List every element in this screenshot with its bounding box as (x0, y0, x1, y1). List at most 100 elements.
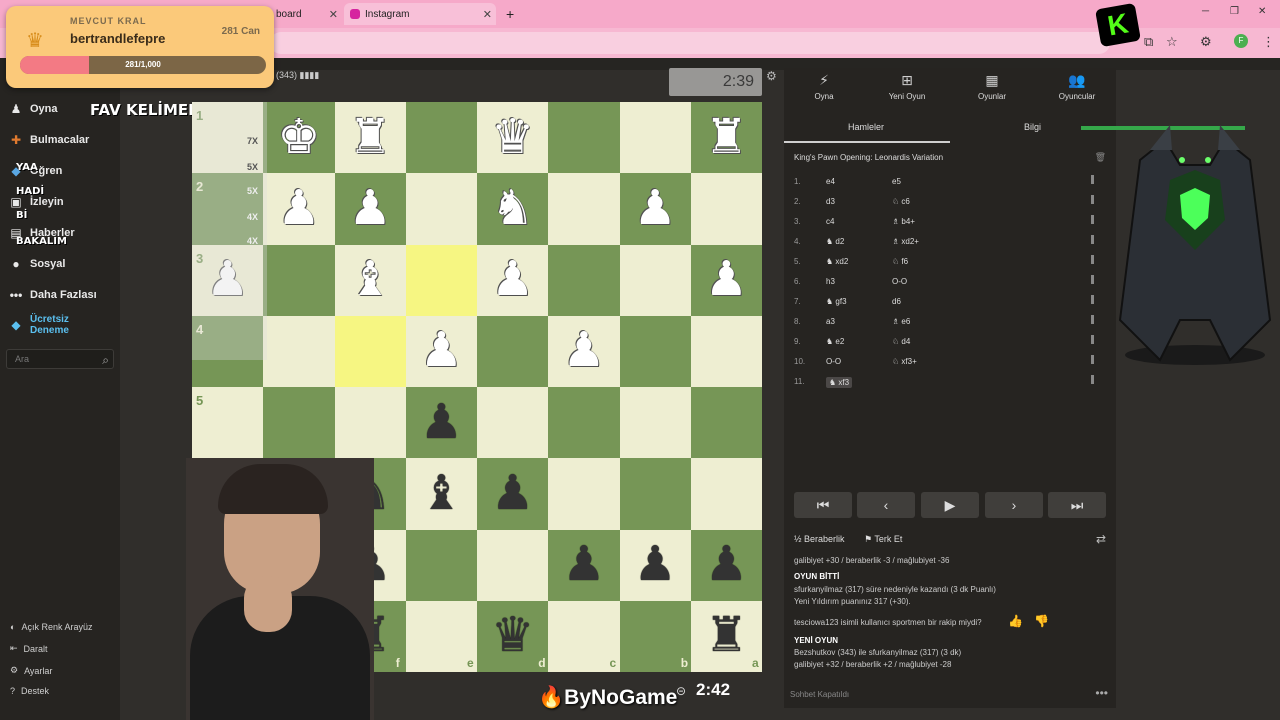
trash-icon[interactable]: 🗑 (1095, 152, 1106, 163)
white-piece[interactable]: ♟ (406, 316, 477, 387)
tab-board[interactable]: board ✕ (276, 3, 342, 25)
board-square[interactable] (405, 529, 477, 601)
board-square[interactable] (334, 387, 406, 459)
subtab-moves[interactable]: Hamleler (848, 122, 884, 132)
white-piece[interactable]: ♝ (335, 245, 406, 316)
white-piece[interactable]: ♟ (548, 316, 619, 387)
black-move[interactable]: ♗ b4+ (892, 217, 915, 226)
extensions-icon[interactable]: ⚙ (1200, 34, 1212, 50)
board-square[interactable] (405, 244, 477, 316)
thumbs-up-icon[interactable]: 👍 (1008, 614, 1023, 628)
tab-players[interactable]: 👥 Oyuncular (1052, 72, 1102, 101)
light-theme-link[interactable]: ◐ Açık Renk Arayüz (10, 622, 92, 632)
white-move[interactable]: ♞ xf3 (826, 377, 853, 388)
white-move[interactable]: ♞ d2 (826, 237, 844, 246)
board-square[interactable] (548, 244, 620, 316)
support-link[interactable]: ? Destek (10, 686, 49, 696)
sidebar-item-watch[interactable]: ▣ İzleyin (8, 195, 63, 209)
black-move[interactable]: e5 (892, 177, 901, 186)
board-square[interactable] (405, 102, 477, 174)
white-move[interactable]: ♞ gf3 (826, 297, 847, 306)
black-move[interactable]: O-O (892, 277, 907, 286)
thumbs-down-icon[interactable]: 👎 (1034, 614, 1049, 628)
prev-move-button[interactable]: ‹ (857, 492, 915, 518)
black-move[interactable]: ♘ c6 (892, 197, 910, 206)
collapse-link[interactable]: ⇤ Daralt (10, 643, 48, 654)
sidebar-item-more[interactable]: ••• Daha Fazlası (8, 288, 97, 302)
sidebar-item-social[interactable]: ● Sosyal (8, 257, 65, 271)
resign-button[interactable]: ⚑ Terk Et (864, 534, 902, 545)
white-piece[interactable]: ♚ (263, 102, 334, 173)
white-move[interactable]: d3 (826, 197, 835, 206)
tab-new-game[interactable]: ⊞ Yeni Oyun (882, 72, 932, 101)
subtab-info[interactable]: Bilgi (1024, 122, 1041, 132)
white-move[interactable]: O-O (826, 357, 841, 366)
board-square[interactable] (477, 529, 549, 601)
white-move[interactable]: ♞ xd2 (826, 257, 848, 266)
board-settings-icon[interactable]: ⚙ (766, 69, 777, 83)
black-move[interactable]: ♗ e6 (892, 317, 910, 326)
flip-board-icon[interactable]: ⇄ (1096, 532, 1106, 546)
board-square[interactable] (690, 173, 762, 245)
board-square[interactable] (548, 102, 620, 174)
white-piece[interactable]: ♟ (691, 245, 762, 316)
next-move-button[interactable]: › (985, 492, 1043, 518)
white-piece[interactable]: ♜ (335, 102, 406, 173)
black-piece[interactable]: ♟ (691, 530, 762, 601)
draw-button[interactable]: ½ Beraberlik (794, 534, 845, 544)
first-move-button[interactable]: ⏮ (794, 492, 852, 518)
board-square[interactable] (405, 173, 477, 245)
white-piece[interactable]: ♟ (477, 245, 548, 316)
white-piece[interactable]: ♟ (263, 173, 334, 244)
white-move[interactable]: c4 (826, 217, 834, 226)
board-square[interactable] (619, 244, 691, 316)
white-piece[interactable]: ♞ (477, 173, 548, 244)
white-piece[interactable]: ♜ (691, 102, 762, 173)
close-window-icon[interactable]: ✕ (1258, 6, 1266, 17)
black-move[interactable]: ♗ xd2+ (892, 237, 919, 246)
black-move[interactable]: d6 (892, 297, 901, 306)
url-field[interactable] (270, 32, 1110, 54)
board-square[interactable] (548, 387, 620, 459)
board-square[interactable] (619, 102, 691, 174)
last-move-button[interactable]: ⏭ (1048, 492, 1106, 518)
tab-games[interactable]: ▦ Oyunlar (970, 72, 1014, 101)
board-square[interactable] (334, 315, 406, 387)
white-piece[interactable]: ♟ (620, 173, 691, 244)
black-piece[interactable]: ♟ (477, 458, 548, 529)
black-move[interactable]: ♘ xf3+ (892, 357, 917, 366)
close-icon[interactable]: ✕ (483, 8, 492, 21)
white-piece[interactable]: ♛ (477, 102, 548, 173)
board-square[interactable] (263, 244, 335, 316)
black-move[interactable]: ♘ f6 (892, 257, 908, 266)
install-icon[interactable]: ⧉ (1144, 34, 1153, 50)
black-piece[interactable]: ♟ (620, 530, 691, 601)
search-icon[interactable]: ⌕ (102, 351, 109, 369)
search-input[interactable]: Ara ⌕ (6, 349, 114, 369)
play-button[interactable]: ▶ (921, 492, 979, 518)
white-move[interactable]: a3 (826, 317, 835, 326)
white-move[interactable]: ♞ e2 (826, 337, 844, 346)
board-square[interactable] (619, 458, 691, 530)
profile-avatar[interactable]: F (1234, 34, 1248, 48)
board-square[interactable] (690, 315, 762, 387)
chat-options-icon[interactable]: ••• (1095, 686, 1108, 700)
board-square[interactable] (619, 387, 691, 459)
sidebar-item-play[interactable]: ♟ Oyna (8, 102, 58, 116)
tab-play[interactable]: ⚡ Oyna (804, 72, 844, 101)
close-icon[interactable]: ✕ (329, 8, 338, 21)
black-move[interactable]: ♘ d4 (892, 337, 910, 346)
board-square[interactable] (548, 173, 620, 245)
board-square[interactable] (619, 315, 691, 387)
sidebar-item-free-trial[interactable]: ◆ Ücretsiz Deneme (8, 314, 69, 336)
new-tab-button[interactable]: + (506, 3, 514, 25)
settings-link[interactable]: ⚙ Ayarlar (10, 665, 52, 676)
board-square[interactable] (690, 458, 762, 530)
bookmark-star-icon[interactable]: ☆ (1166, 34, 1178, 50)
board-square[interactable] (690, 387, 762, 459)
board-square[interactable] (263, 387, 335, 459)
black-piece[interactable]: ♟ (406, 387, 477, 458)
black-piece[interactable]: ♝ (406, 458, 477, 529)
menu-kebab-icon[interactable]: ⋮ (1262, 34, 1275, 50)
board-square[interactable] (477, 315, 549, 387)
